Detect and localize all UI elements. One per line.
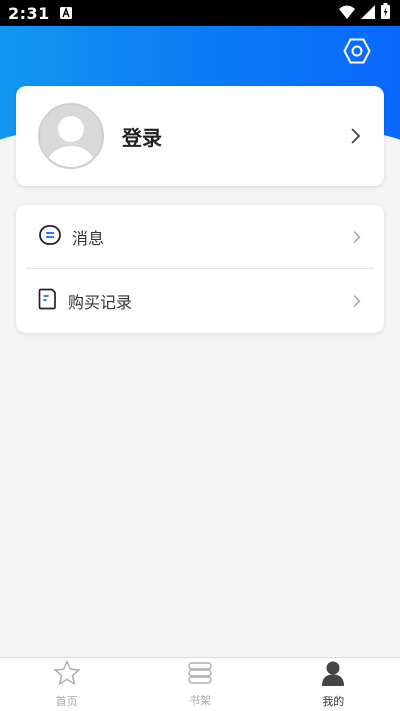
tab-home[interactable]: 首页 [0,658,133,711]
tab-label: 我的 [322,695,345,708]
battery-icon [381,3,390,23]
document-icon [38,288,58,314]
person-icon [321,660,345,690]
menu-item-label: 购买记录 [68,292,133,312]
menu-item-messages[interactable]: 消息 [26,205,374,268]
wifi-icon [339,4,355,23]
tab-mine[interactable]: 我的 [267,658,400,711]
menu-item-label: 消息 [72,228,105,248]
star-icon [53,659,81,690]
tab-label: 首页 [55,695,78,708]
menu-card: 消息 购买记录 [16,205,384,333]
status-bar: 2:31 [0,0,400,26]
login-card[interactable]: 登录 [16,86,384,186]
message-icon [38,223,62,251]
bookshelf-icon [187,661,213,689]
menu-item-purchase-history[interactable]: 购买记录 [26,269,374,332]
bottom-tab-bar: 首页 书架 我的 [0,657,400,711]
settings-button[interactable] [342,38,372,68]
avatar [38,103,104,169]
chevron-right-icon [352,294,362,308]
settings-icon [343,37,371,69]
signal-icon [361,4,375,23]
tab-bookshelf[interactable]: 书架 [133,658,266,711]
tab-label: 书架 [188,694,211,707]
chevron-right-icon [352,230,362,244]
status-time: 2:31 [8,3,50,23]
notification-a-icon [59,4,72,23]
login-label[interactable]: 登录 [122,122,350,151]
chevron-right-icon [350,127,362,145]
